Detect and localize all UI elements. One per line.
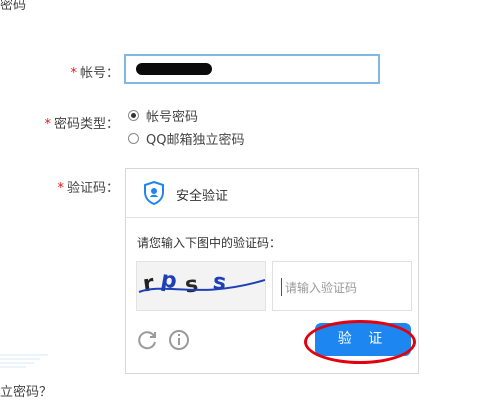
captcha-code-placeholder: 请输入验证码 <box>285 281 358 295</box>
radio-label: 帐号密码 <box>146 110 199 125</box>
required-mark: * <box>70 66 77 81</box>
account-label: * 帐号： <box>23 62 119 81</box>
radio-account-password[interactable]: 帐号密码 <box>128 106 198 125</box>
refresh-icon[interactable] <box>136 329 158 351</box>
captcha-image: r p s s <box>136 261 266 311</box>
captcha-label-text: 验证码： <box>66 181 119 196</box>
captcha-header: 安全验证 <box>126 169 418 218</box>
shield-icon <box>144 181 164 205</box>
top-cut-text: 密码 <box>0 0 27 13</box>
captcha-prompt: 请您输入下图中的验证码： <box>137 236 282 250</box>
required-mark: * <box>44 117 51 132</box>
text-caret <box>281 278 282 296</box>
required-mark: * <box>57 181 64 196</box>
radio-button[interactable] <box>128 133 139 144</box>
radio-button-checked[interactable] <box>128 110 139 121</box>
highlight-ring <box>304 320 416 364</box>
captcha-label: * 验证码： <box>23 177 119 196</box>
captcha-code-input[interactable]: 请输入验证码 <box>272 261 412 311</box>
captcha-panel-title: 安全验证 <box>176 189 229 204</box>
password-type-label-text: 密码类型： <box>53 117 119 132</box>
radio-qq-mail-password[interactable]: QQ邮箱独立密码 <box>128 129 244 148</box>
account-input[interactable] <box>124 54 380 84</box>
account-label-text: 帐号： <box>79 66 119 81</box>
info-icon[interactable] <box>168 329 190 351</box>
radio-label: QQ邮箱独立密码 <box>146 133 245 148</box>
account-value-redacted <box>136 63 212 75</box>
bottom-cut-text: 立密码？ <box>0 385 53 400</box>
password-type-label: * 密码类型： <box>23 113 119 132</box>
decorative-lines <box>0 354 48 368</box>
